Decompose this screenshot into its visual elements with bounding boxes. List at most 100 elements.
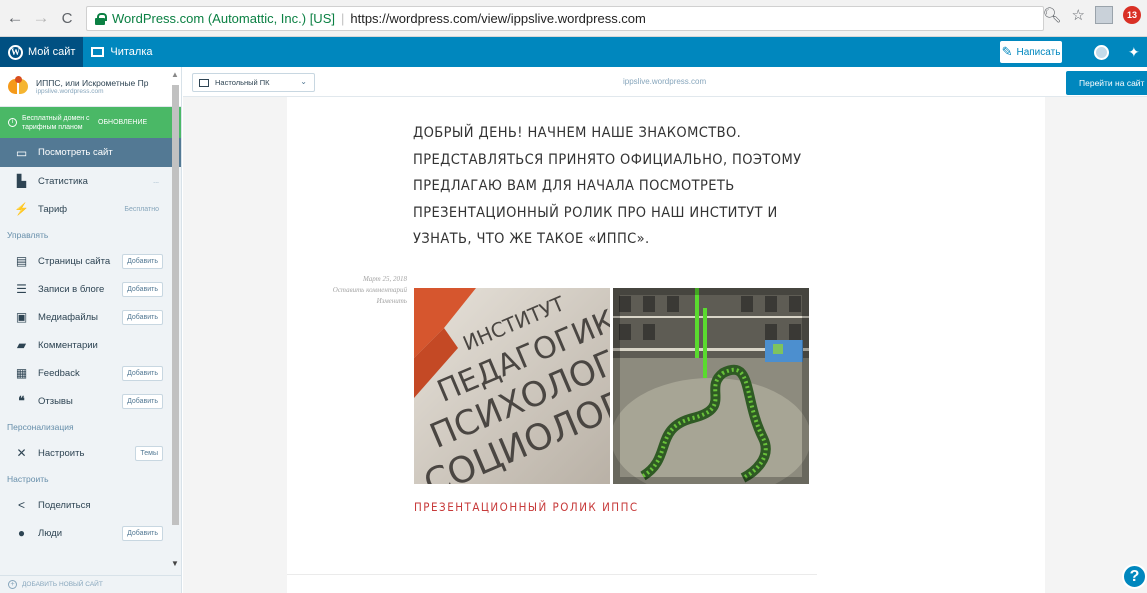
device-label: Настольный ПК [215,78,270,87]
preview-url: ippslive.wordpress.com [623,77,707,86]
leave-comment-link[interactable]: Оставить комментарий [327,285,407,296]
sidebar-item-posts[interactable]: ☰ Записи в блоге Добавить [0,275,181,303]
sidebar-item-label: Комментарии [38,339,98,351]
visit-site-button[interactable]: Перейти на сайт [1066,71,1147,95]
sidebar-item-label: Медиафайлы [38,311,99,323]
sidebar-item-label: Тариф [38,203,68,215]
atrium-crowd-image[interactable] [613,288,809,484]
post-date[interactable]: Март 25, 2018 [327,274,407,285]
site-logo-icon [7,75,30,98]
institute-sign-image[interactable]: ИНСТИТУТ ПЕДАГОГИКИ ПСИХОЛОГИИ И СОЦИОЛО… [414,288,610,484]
plus-icon: + [8,580,17,589]
add-media-button[interactable]: Добавить [122,309,163,325]
post-title[interactable]: ДОБРЫЙ ДЕНЬ! НАЧНЕМ НАШЕ ЗНАКОМСТВО. ПРЕ… [413,120,813,253]
sidebar-item-sharing[interactable]: < Поделиться [0,491,181,519]
secure-label: WordPress.com (Automattic, Inc.) [US] [112,11,335,26]
current-site-card[interactable]: ИППС, или Искрометные Пр ippslive.wordpr… [0,67,181,107]
my-site-label: Мой сайт [28,46,76,58]
chevron-down-icon: ⌄ [300,77,307,86]
zoom-icon[interactable]: 🔍︎ [1043,6,1062,24]
institute-sign-graphic: ИНСТИТУТ ПЕДАГОГИКИ ПСИХОЛОГИИ И СОЦИОЛО… [414,288,610,484]
add-testimonial-button[interactable]: Добавить [122,393,163,409]
forward-button[interactable]: → [30,7,52,29]
blog-page: ДОБРЫЙ ДЕНЬ! НАЧНЕМ НАШЕ ЗНАКОМСТВО. ПРЕ… [287,97,1045,593]
write-label: Написать [1016,46,1061,58]
device-select[interactable]: Настольный ПК ⌄ [192,73,315,92]
upgrade-nudge[interactable]: i Бесплатный домен с тарифным планом ОБН… [0,107,181,138]
stats-sparkline: ... [153,177,159,185]
sidebar-item-stats[interactable]: ▙ Статистика ... [0,167,181,195]
help-icon[interactable]: ? [1122,564,1147,589]
reader-button[interactable]: Читалка [83,37,160,67]
lock-icon [95,12,107,25]
stats-icon: ▙ [16,174,27,188]
people-icon: ● [17,526,26,540]
sidebar-item-pages[interactable]: ▤ Страницы сайта Добавить [0,247,181,275]
presentation-video-link[interactable]: ПРЕЗЕНТАЦИОННЫЙ РОЛИК ИППС [414,500,639,514]
add-page-button[interactable]: Добавить [122,253,163,269]
pages-icon: ▤ [15,254,28,268]
sidebar-item-label: Страницы сайта [38,255,111,267]
add-post-button[interactable]: Добавить [122,281,163,297]
extension-badge-icon[interactable]: 13 [1123,6,1141,24]
info-icon: i [8,118,17,127]
sidebar: ИППС, или Искрометные Пр ippslive.wordpr… [0,67,182,593]
address-separator: | [340,11,345,26]
upgrade-text: Бесплатный домен с тарифным планом [22,114,90,131]
preview-toolbar: Настольный ПК ⌄ ippslive.wordpress.com П… [183,67,1147,97]
sidebar-item-label: Feedback [38,367,80,379]
monitor-icon [199,78,209,87]
media-icon: ▣ [15,310,28,324]
address-url: https://wordpress.com/view/ippslive.word… [350,11,646,26]
browser-toolbar: ← → C WordPress.com (Automattic, Inc.) [… [0,0,1147,37]
scroll-down-icon[interactable]: ▼ [171,559,179,568]
section-personalize: Персонализация [7,422,74,432]
sidebar-item-label: Люди [38,527,63,539]
monitor-icon: ▭ [15,145,28,160]
reader-icon [91,47,105,57]
address-bar[interactable]: WordPress.com (Automattic, Inc.) [US] | … [86,6,1044,31]
plan-icon: ⚡ [14,202,29,216]
write-button[interactable]: ✎ Написать [1000,41,1062,63]
sidebar-item-people[interactable]: ● Люди Добавить [0,519,181,547]
post-meta: Март 25, 2018 Оставить комментарий Измен… [327,274,407,307]
sidebar-item-testimonials[interactable]: ❝ Отзывы Добавить [0,387,181,415]
sidebar-item-feedback[interactable]: ▦ Feedback Добавить [0,359,181,387]
share-icon: < [17,498,25,512]
sidebar-item-label: Посмотреть сайт [38,147,113,158]
site-url: ippslive.wordpress.com [36,88,104,95]
scroll-up-icon[interactable]: ▲ [171,70,179,79]
my-site-button[interactable]: W Мой сайт [0,37,84,67]
back-button[interactable]: ← [4,7,26,29]
sidebar-item-comments[interactable]: ▰ Комментарии [0,331,181,359]
add-people-button[interactable]: Добавить [122,525,163,541]
comments-icon: ▰ [16,338,27,352]
feedback-icon: ▦ [15,366,28,380]
themes-button[interactable]: Темы [135,445,163,461]
extension-icon[interactable] [1095,6,1113,24]
notifications-icon[interactable]: ✦ [1128,44,1140,61]
edit-link[interactable]: Изменить [327,296,407,307]
posts-icon: ☰ [16,282,27,296]
sidebar-item-customize[interactable]: ✕ Настроить Темы [0,439,181,467]
sidebar-item-plan[interactable]: ⚡ Тариф Бесплатно [0,195,181,223]
browser-actions: 🔍︎ ☆ 13 [1043,6,1141,24]
tools-icon: ✕ [16,446,27,460]
sidebar-item-view-site[interactable]: ▭ Посмотреть сайт [0,138,181,167]
quote-icon: ❝ [18,394,25,408]
sidebar-scrollbar[interactable] [172,85,179,525]
post-divider [287,574,817,575]
wp-masterbar: W Мой сайт Читалка ✎ Написать ✦ [0,37,1147,67]
site-preview: ДОБРЫЙ ДЕНЬ! НАЧНЕМ НАШЕ ЗНАКОМСТВО. ПРЕ… [183,97,1147,593]
plan-status: Бесплатно [124,205,159,213]
sidebar-item-label: Записи в блоге [38,283,105,295]
upgrade-cta[interactable]: ОБНОВЛЕНИЕ [98,118,147,127]
site-name: ИППС, или Искрометные Пр [36,78,149,88]
reload-button[interactable]: C [56,7,78,29]
write-icon: ✎ [1001,44,1013,59]
add-new-site-button[interactable]: + ДОБАВИТЬ НОВЫЙ САЙТ [0,575,181,593]
avatar[interactable] [1094,45,1109,60]
add-feedback-button[interactable]: Добавить [122,365,163,381]
bookmark-star-icon[interactable]: ☆ [1072,6,1085,24]
sidebar-item-media[interactable]: ▣ Медиафайлы Добавить [0,303,181,331]
